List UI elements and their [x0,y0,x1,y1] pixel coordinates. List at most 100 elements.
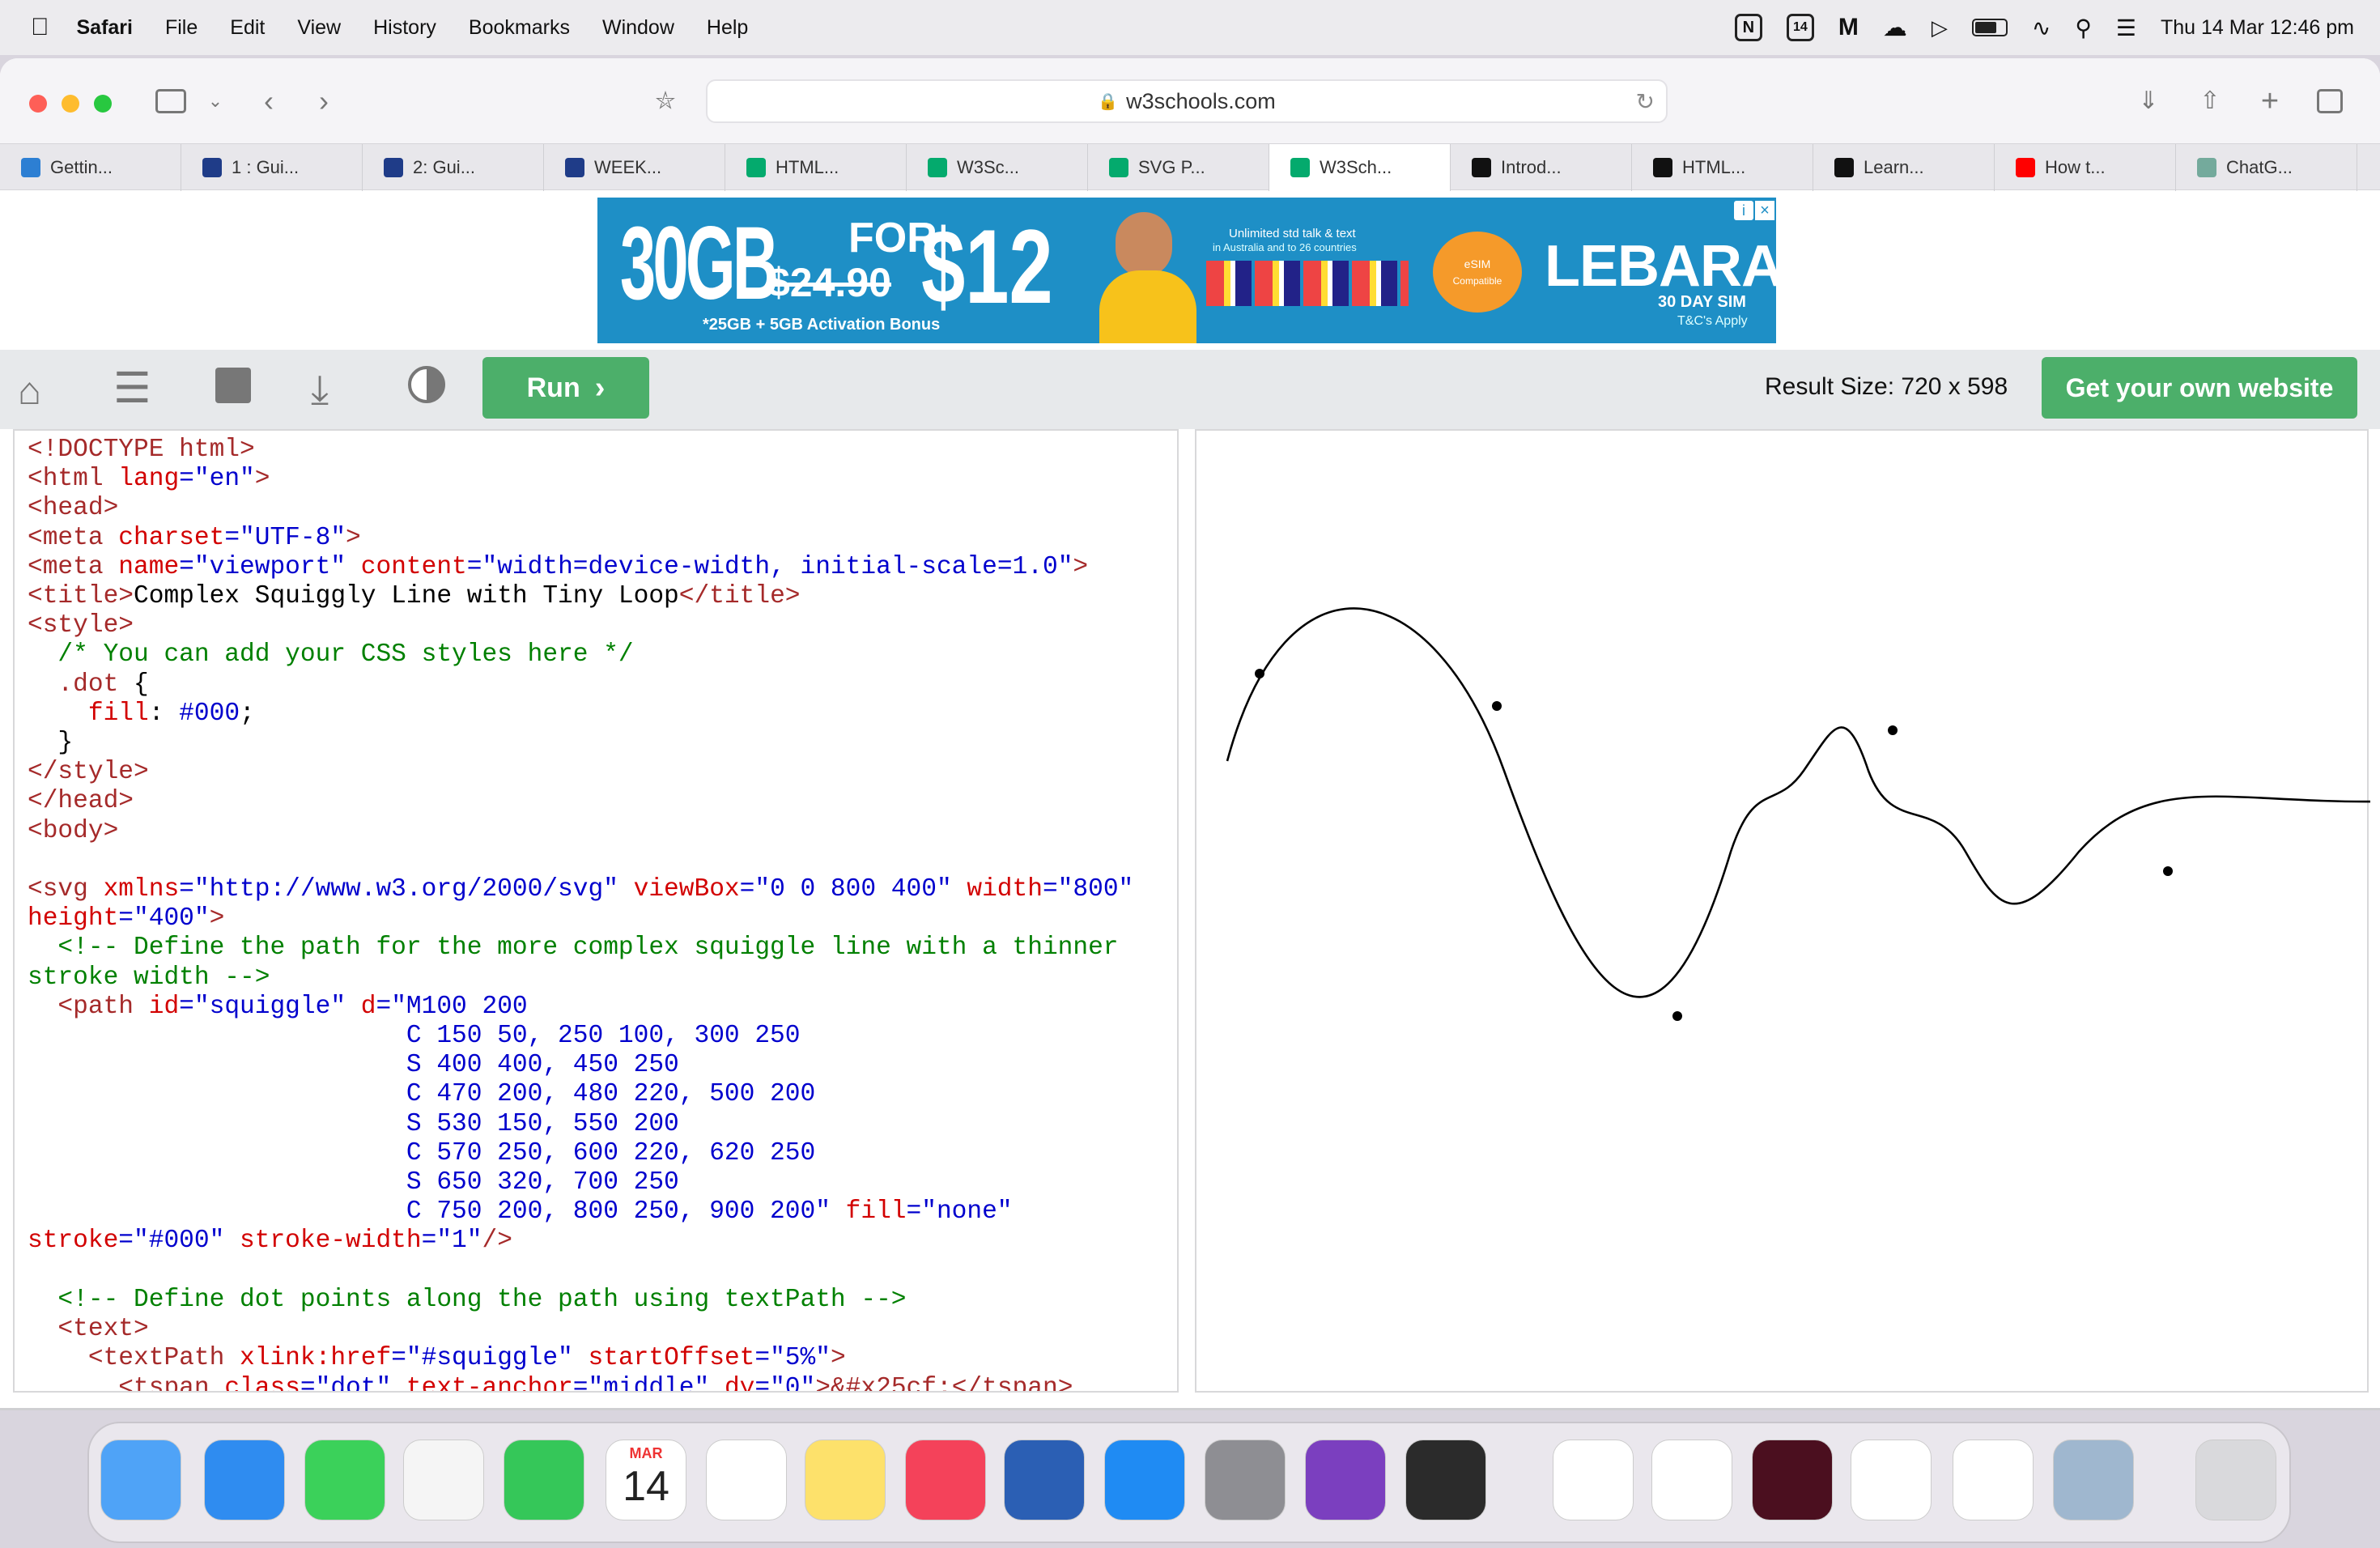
code-line: height="400"> [28,904,225,933]
m-logo-icon [1472,158,1491,177]
ad-line-2: in Australia and to 26 countries [1213,241,1357,253]
creative-cloud-icon[interactable]: ☁ [1883,14,1907,42]
browser-tab[interactable]: HTML... [725,144,907,191]
tab-label: WEEK... [594,157,662,177]
menu-file[interactable]: File [165,16,198,40]
apple-icon[interactable]:  [31,14,49,41]
share-icon[interactable]: ⇧ [2197,89,2223,115]
play-icon[interactable]: ▷ [1932,15,1948,40]
menu-help[interactable]: Help [707,16,748,40]
notion-status-icon[interactable]: N [1734,14,1762,41]
menu-edit[interactable]: Edit [230,16,265,40]
menu-clock[interactable]: Thu 14 Mar 12:46 pm [2161,16,2354,40]
search-icon[interactable]: ⚲ [2075,15,2092,41]
save-icon[interactable] [215,368,251,403]
address-bar[interactable]: 🔒 w3schools.com ↻ [706,79,1668,123]
w3schools-icon [1290,158,1310,177]
dock-messages-icon[interactable] [304,1440,385,1520]
ad-woman-image [1075,206,1205,343]
browser-tab[interactable]: ChatG... [2176,144,2357,191]
calendar-status-icon[interactable]: 14 [1786,14,1814,41]
browser-tab[interactable]: 1 : Gui... [181,144,363,191]
rotate-icon[interactable]: ⤓ [311,366,329,414]
tab-label: 2: Gui... [413,157,476,177]
dock-indesign-icon[interactable] [1752,1440,1833,1520]
dock-finder-icon[interactable] [100,1440,181,1520]
new-tab-icon[interactable]: + [2257,86,2283,117]
dock-mirror-icon[interactable] [1405,1440,1486,1520]
browser-tab[interactable]: Gettin... [0,144,181,191]
browser-tab[interactable]: Learn... [1813,144,1995,191]
dock-vs-code-icon[interactable] [1851,1440,1932,1520]
get-website-button[interactable]: Get your own website [2042,357,2357,419]
close-window-button[interactable] [29,95,47,113]
theme-toggle-icon[interactable] [408,366,445,403]
reload-icon[interactable]: ↻ [1636,88,1655,115]
sidebar-icon[interactable] [155,89,186,113]
dock-notes-icon[interactable] [805,1440,886,1520]
browser-tab[interactable]: WEEK... [544,144,725,191]
download-icon[interactable]: ⇓ [2136,89,2161,115]
calendar-day: 14 [623,1463,669,1510]
dock-music-icon[interactable] [905,1440,986,1520]
home-icon[interactable]: ⌂ [18,369,41,414]
advertisement-banner[interactable]: 30GB FOR $24.90 $12 *25GB + 5GB Activati… [597,198,1776,343]
browser-tab[interactable]: Introd... [1451,144,1632,191]
dock-word-icon[interactable] [1004,1440,1085,1520]
menu-view[interactable]: View [297,16,341,40]
menu-window[interactable]: Window [602,16,674,40]
dock-notion-icon[interactable] [1553,1440,1634,1520]
dock-chrome-icon[interactable] [1651,1440,1732,1520]
ad-sim: 30 DAY SIM [1658,293,1746,311]
browser-tab[interactable]: 2: Gui... [363,144,544,191]
university-icon [384,158,403,177]
code-line: <head> [28,494,119,523]
ad-info-icon[interactable]: i [1734,201,1753,220]
code-line: <path id="squiggle" d="M100 200 [28,992,528,1021]
code-line: } [28,729,74,758]
browser-tab[interactable]: How t... [1995,144,2176,191]
dock-preview-icon[interactable] [2053,1440,2134,1520]
code-line: <svg xmlns="http://www.w3.org/2000/svg" … [28,875,1134,904]
control-center-icon[interactable]: ☰ [2116,15,2136,41]
code-line: <body> [28,816,119,845]
zoom-window-button[interactable] [94,95,112,113]
dock-safari-icon[interactable] [204,1440,285,1520]
browser-tab[interactable]: HTML... [1632,144,1813,191]
browser-tab[interactable]: SVG P... [1088,144,1269,191]
dock-onenote-icon[interactable] [1305,1440,1386,1520]
privacy-shield-icon[interactable]: ⛦ [652,89,678,115]
browser-tab[interactable]: W3Sc... [907,144,1088,191]
browser-tab[interactable]: W3Sch... [1269,144,1451,191]
menu-history[interactable]: History [373,16,436,40]
dock-app-store-icon[interactable] [1104,1440,1185,1520]
code-editor[interactable]: <!DOCTYPE html> <html lang="en"> <head> <me… [13,429,1179,1393]
chevron-down-icon[interactable]: ⌄ [202,89,228,115]
dock-photos-icon[interactable] [403,1440,484,1520]
minimize-window-button[interactable] [62,95,79,113]
run-button[interactable]: Run › [482,357,649,419]
dock-reminders-icon[interactable] [706,1440,787,1520]
menu-bookmarks[interactable]: Bookmarks [469,16,570,40]
m-status-icon[interactable]: M [1838,14,1859,41]
dock-trash-icon[interactable] [2195,1440,2276,1520]
result-preview[interactable] [1195,429,2379,1393]
tab-label: W3Sc... [957,157,1020,177]
dock-facetime-icon[interactable] [504,1440,584,1520]
dock-system-settings-icon[interactable] [1205,1440,1286,1520]
tab-label: SVG P... [1138,157,1205,177]
back-icon[interactable]: ‹ [256,87,282,116]
menu-app-name[interactable]: Safari [77,16,133,40]
ad-close-icon[interactable]: × [1755,201,1774,220]
battery-icon[interactable] [1971,19,2008,36]
code-line: <tspan class="dot" text-anchor="middle" … [28,1373,1073,1393]
dock-calendar-icon[interactable]: MAR 14 [606,1440,686,1520]
wifi-icon[interactable]: ∿ [2032,15,2051,41]
forward-icon[interactable]: › [311,87,337,116]
tab-label: Learn... [1864,157,1924,177]
dock-textedit-icon[interactable] [1953,1440,2034,1520]
menu-icon[interactable]: ☰ [113,364,151,413]
university-icon [565,158,584,177]
tab-overview-icon[interactable] [2317,89,2343,113]
